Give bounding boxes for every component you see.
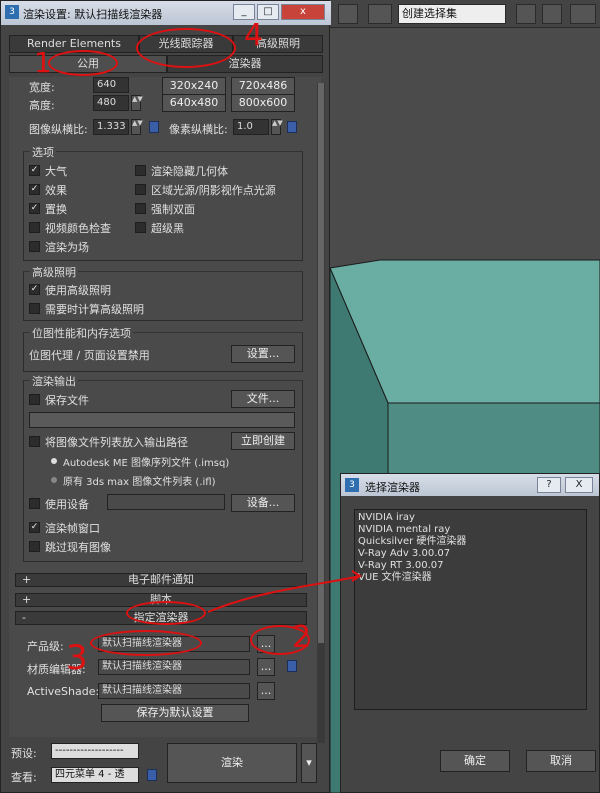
annotation-arrow bbox=[207, 570, 362, 613]
